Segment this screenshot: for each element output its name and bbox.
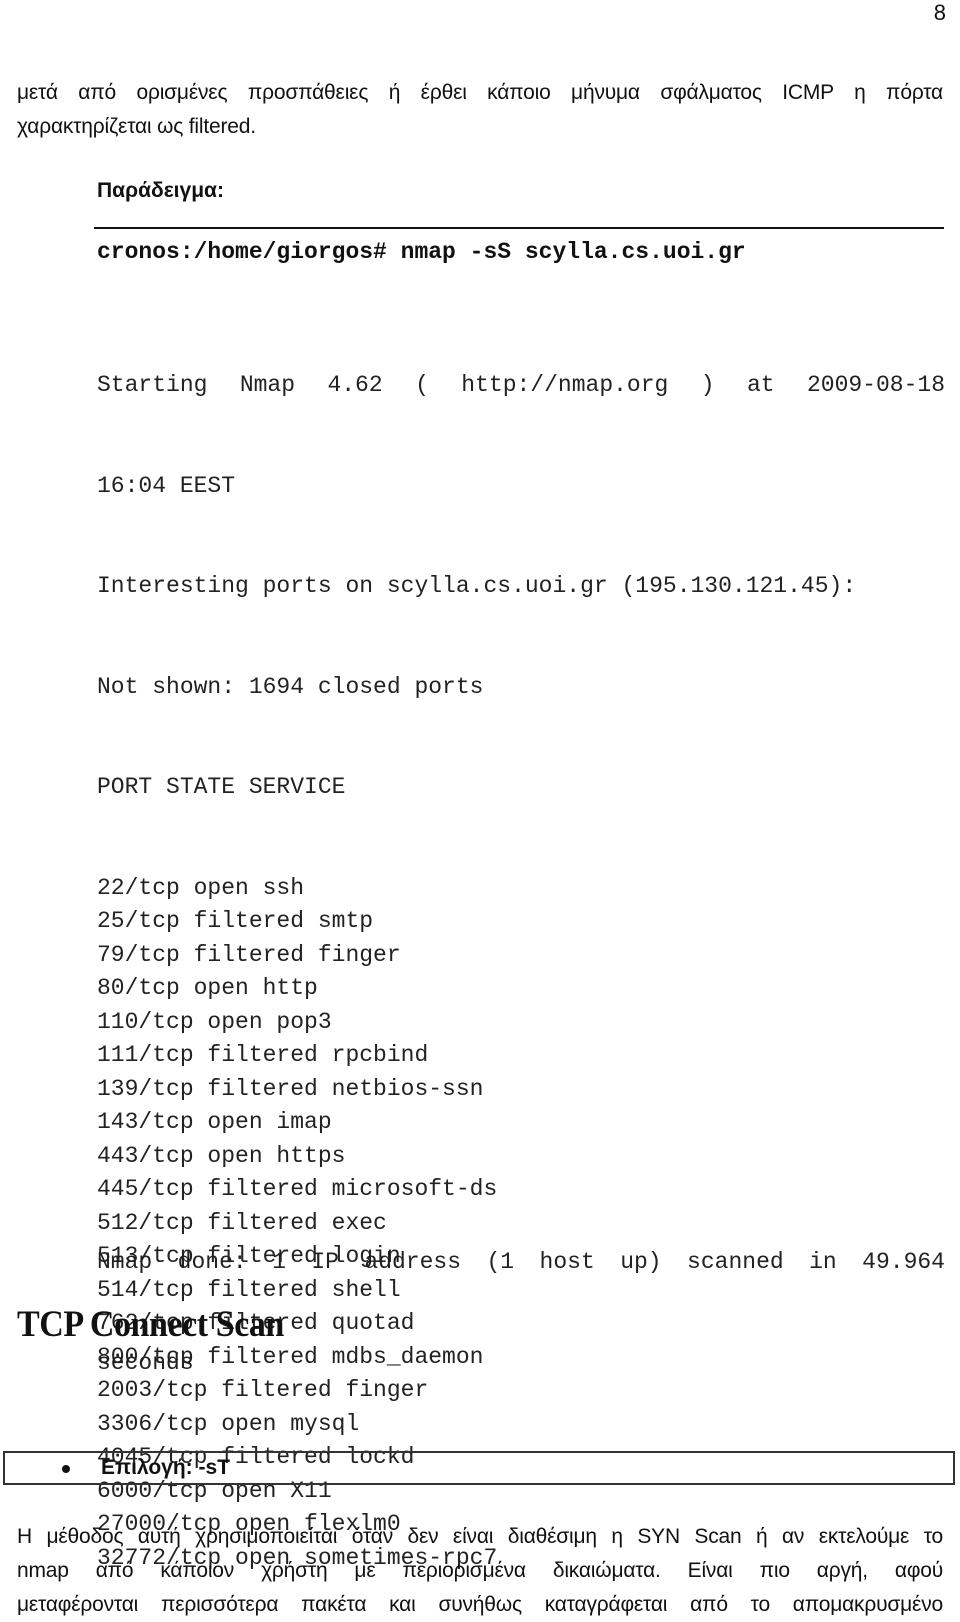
port-row: 139/tcp filtered netbios-ssn bbox=[97, 1075, 484, 1102]
bullet-icon bbox=[62, 1465, 70, 1473]
port-row: 443/tcp open https bbox=[97, 1142, 346, 1169]
summary-line: seconds bbox=[97, 1349, 194, 1376]
port-row: 25/tcp filtered smtp bbox=[97, 908, 374, 934]
section-paragraph-line: nmap από κάποιον χρήστη με περιορισμένα … bbox=[17, 1559, 943, 1582]
separator-line bbox=[94, 227, 944, 229]
port-row: 79/tcp filtered finger bbox=[97, 941, 401, 968]
option-label: Επιλογή: -sT bbox=[101, 1456, 231, 1479]
example-label: Παράδειγμα: bbox=[97, 179, 224, 202]
section-paragraph-line: μεταφέρονται περισσότερα πακέτα και συνή… bbox=[17, 1593, 943, 1616]
command-line: cronos:/home/giorgos# nmap -sS scylla.cs… bbox=[97, 239, 746, 265]
section-heading: TCP Connect Scan bbox=[17, 1304, 284, 1345]
summary-line: Nmap done: 1 IP address (1 host up) scan… bbox=[97, 1249, 945, 1275]
port-row: 111/tcp filtered rpcbind bbox=[97, 1042, 429, 1068]
port-table-header: PORT STATE SERVICE bbox=[97, 774, 346, 800]
intro-paragraph-line: χαρακτηρίζεται ως filtered. bbox=[17, 115, 256, 138]
output-line: 16:04 EEST bbox=[97, 472, 236, 499]
intro-paragraph-line: μετά από ορισμένες προσπάθειες ή έρθει κ… bbox=[17, 81, 943, 104]
port-row: 110/tcp open pop3 bbox=[97, 1008, 332, 1035]
output-line: Not shown: 1694 closed ports bbox=[97, 673, 484, 700]
option-box: Επιλογή: -sT bbox=[3, 1451, 955, 1485]
page-number: 8 bbox=[933, 0, 946, 25]
section-paragraph: Η μέθοδος αυτή χρησιμοποιείται όταν δεν … bbox=[17, 1520, 943, 1622]
output-line: Starting Nmap 4.62 ( http://nmap.org ) a… bbox=[97, 372, 945, 398]
port-row: 143/tcp open imap bbox=[97, 1109, 332, 1135]
port-row: 80/tcp open http bbox=[97, 975, 318, 1001]
section-paragraph-line: Η μέθοδος αυτή χρησιμοποιείται όταν δεν … bbox=[17, 1525, 943, 1548]
output-line: Interesting ports on scylla.cs.uoi.gr (1… bbox=[97, 573, 857, 599]
intro-paragraph: μετά από ορισμένες προσπάθειες ή έρθει κ… bbox=[17, 76, 943, 144]
port-row: 22/tcp open ssh bbox=[97, 874, 305, 901]
scan-summary: Nmap done: 1 IP address (1 host up) scan… bbox=[97, 1179, 945, 1414]
